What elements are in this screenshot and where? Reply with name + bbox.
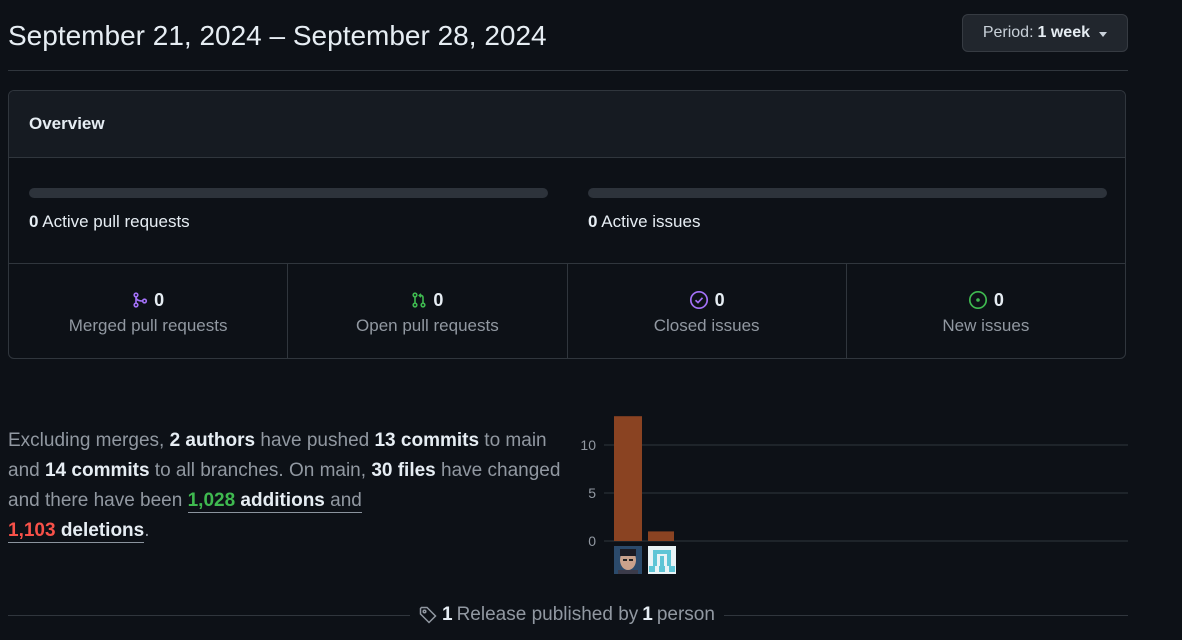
overview-stats: 0 Merged pull requests 0 Open pull reque… [9, 264, 1125, 358]
caret-down-icon [1099, 31, 1107, 37]
closed-issues-label: Closed issues [653, 316, 760, 335]
header: September 21, 2024 – September 28, 2024 … [8, 0, 1128, 71]
author-avatar[interactable] [614, 546, 642, 574]
additions-link[interactable]: 1,028 additions and [187, 490, 362, 513]
active-issues-bar [588, 188, 1107, 198]
date-range-title: September 21, 2024 – September 28, 2024 [8, 20, 547, 51]
overview-panel: Overview 0 Active pull requests 0 Active… [8, 90, 1126, 359]
summary-text: to all branches. On main, [149, 460, 372, 481]
bar-author-2[interactable] [648, 531, 674, 541]
summary-text: and [324, 490, 362, 511]
active-issues-label: Active issues [601, 212, 701, 231]
release-count: 1 [442, 604, 453, 625]
closed-issues-count: 0 [714, 289, 725, 310]
divider [8, 615, 410, 616]
y-tick-label: 10 [580, 437, 596, 453]
active-pull-requests-label: Active pull requests [42, 212, 190, 231]
summary-text: have pushed [255, 430, 375, 451]
stat-open-pull-requests[interactable]: 0 Open pull requests [288, 264, 568, 358]
commit-summary: Excluding merges, 2 authors have pushed … [8, 426, 568, 546]
deletions-link[interactable]: 1,103 deletions [8, 520, 145, 543]
release-row: 1 Release published by 1 person [8, 600, 1128, 630]
new-issues-label: New issues [942, 316, 1030, 335]
additions-count: 1,028 [187, 490, 236, 511]
active-pull-requests-bar [29, 188, 548, 198]
release-summary[interactable]: 1 Release published by 1 person [418, 602, 715, 628]
open-pull-requests-count: 0 [433, 289, 444, 310]
commits-all-count: 14 commits [44, 460, 150, 481]
y-tick-label: 0 [588, 533, 596, 549]
y-tick-label: 5 [588, 485, 596, 501]
summary-text: Excluding merges, [8, 430, 170, 451]
new-issues-count: 0 [993, 289, 1004, 310]
period-dropdown-button[interactable]: Period: 1 week [961, 14, 1128, 52]
commits-main-count: 13 commits [374, 430, 480, 451]
tag-icon [419, 606, 437, 624]
open-pull-requests-label: Open pull requests [356, 316, 499, 335]
stat-merged-pull-requests[interactable]: 0 Merged pull requests [9, 264, 289, 358]
authors-count: 2 authors [169, 430, 256, 451]
commits-bar-chart: 0 5 10 [580, 416, 1128, 574]
active-issues-count: 0 [588, 212, 598, 231]
release-tail: person [656, 604, 715, 625]
period-value: 1 week [1037, 24, 1090, 41]
overview-title: Overview [9, 91, 1125, 158]
divider [724, 615, 1128, 616]
merged-pull-requests-count: 0 [154, 289, 165, 310]
active-pull-requests-count: 0 [29, 212, 39, 231]
files-count: 30 files [371, 460, 436, 481]
merged-pull-requests-label: Merged pull requests [68, 316, 228, 335]
release-mid: Release published by [456, 604, 639, 625]
stat-new-issues[interactable]: 0 New issues [847, 264, 1125, 358]
issue-closed-icon [689, 290, 708, 310]
active-pull-requests[interactable]: 0 Active pull requests [29, 212, 190, 232]
release-people-count: 1 [642, 604, 653, 625]
bar-author-1[interactable] [614, 416, 642, 541]
git-pull-request-icon [412, 292, 426, 308]
issue-opened-icon [968, 290, 987, 310]
author-avatar[interactable] [648, 546, 676, 574]
additions-word: additions [240, 490, 325, 511]
period-prefix: Period: [982, 24, 1034, 41]
deletions-count: 1,103 [8, 520, 56, 541]
git-merge-icon [133, 292, 148, 308]
stat-closed-issues[interactable]: 0 Closed issues [568, 264, 847, 358]
overview-active: 0 Active pull requests 0 Active issues [9, 158, 1125, 264]
deletions-word: deletions [60, 520, 145, 541]
summary-text: . [144, 520, 150, 541]
active-issues[interactable]: 0 Active issues [588, 212, 700, 232]
